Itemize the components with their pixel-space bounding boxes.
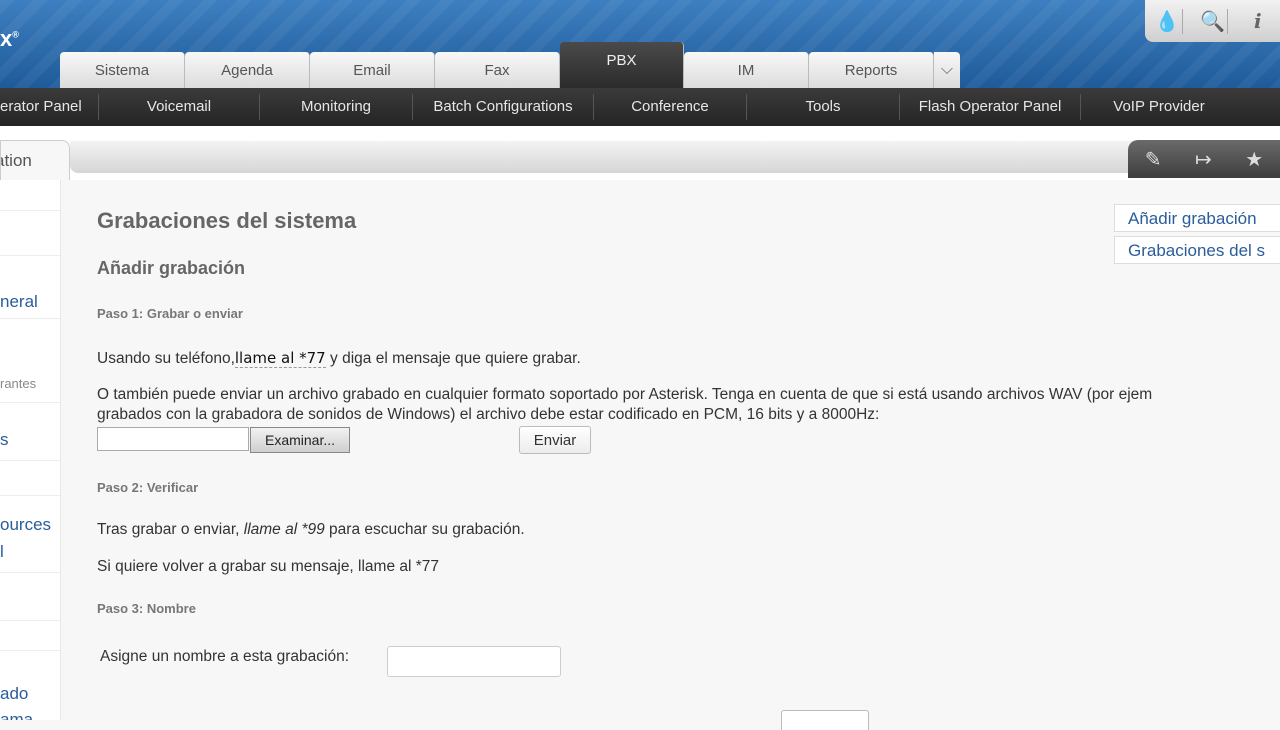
edit-icon[interactable]: ✎	[1145, 147, 1162, 172]
step2-text: Tras grabar o enviar, llame al *99 para …	[97, 521, 525, 539]
sidebar-divider	[0, 620, 60, 621]
pbx-subnav: erator Panel Voicemail Monitoring Batch …	[0, 88, 1280, 126]
sidebar-item-sources[interactable]: ources	[0, 515, 51, 535]
step1-heading: Paso 1: Grabar o enviar	[97, 306, 243, 321]
browse-button[interactable]: Examinar...	[250, 427, 350, 453]
sidebar-divider	[0, 318, 60, 319]
subnav-monitoring[interactable]: Monitoring	[260, 94, 413, 120]
tab-agenda[interactable]: Agenda	[185, 52, 310, 88]
link-system-recordings[interactable]: Grabaciones del s	[1114, 236, 1280, 264]
breadcrumb-strip: ation ✎ ↦ ★	[0, 126, 1280, 180]
file-path-input[interactable]	[97, 427, 249, 451]
subnav-operator-panel[interactable]: erator Panel	[0, 94, 99, 120]
logo[interactable]: x®	[0, 26, 19, 52]
sidebar-item-s[interactable]: s	[0, 430, 9, 450]
tab-email[interactable]: Email	[310, 52, 435, 88]
sidebar-divider	[0, 255, 60, 256]
subnav-flash-operator-panel[interactable]: Flash Operator Panel	[900, 94, 1081, 120]
sidebar-divider	[0, 572, 60, 573]
sidebar-divider	[0, 495, 60, 496]
step1-text-a: Usando su teléfono,	[97, 350, 235, 367]
chevron-down-icon: ⌵	[940, 61, 954, 78]
step2-text-a: Tras grabar o enviar,	[97, 521, 244, 538]
sidebar-divider	[0, 650, 60, 651]
subnav-tools[interactable]: Tools	[747, 94, 900, 120]
page-title: Grabaciones del sistema	[97, 208, 357, 233]
name-label: Asigne un nombre a esta grabación:	[100, 648, 350, 665]
upload-info-line2: grabados con la grabadora de sonidos de …	[97, 406, 880, 423]
step2-heading: Paso 2: Verificar	[97, 480, 199, 495]
sidebar: neral rantes s ources l ado ama	[0, 180, 61, 720]
step1-text-b: y diga el mensaje que quiere grabar.	[325, 350, 581, 367]
tab-pbx[interactable]: PBX	[560, 42, 684, 88]
logo-text: x	[0, 26, 13, 51]
search-icon[interactable]: 🔍	[1197, 8, 1229, 34]
logout-icon[interactable]: ↦	[1195, 147, 1212, 172]
sidebar-item-participantes: rantes	[0, 376, 37, 391]
upload-info-line1: O también puede enviar un archivo grabad…	[97, 386, 1153, 403]
drop-icon[interactable]: 💧	[1152, 8, 1184, 34]
sidebar-divider	[0, 460, 60, 461]
strip-tools: ✎ ↦ ★	[1128, 140, 1280, 178]
sidebar-item-general[interactable]: neral	[0, 292, 38, 312]
save-button[interactable]	[781, 710, 869, 730]
strip-background	[70, 141, 1280, 173]
logo-registered-mark: ®	[12, 29, 19, 40]
info-icon[interactable]: i	[1243, 9, 1273, 33]
top-tools: 💧 🔍 i	[1145, 0, 1280, 42]
sidebar-item-ama[interactable]: ama	[0, 710, 33, 720]
tabs-more-button[interactable]: ⌵	[934, 52, 960, 88]
link-add-recording[interactable]: Añadir grabación	[1114, 204, 1280, 232]
subnav-voicemail[interactable]: Voicemail	[99, 94, 260, 120]
main-tabs: Sistema Agenda Email Fax PBX IM Reports …	[60, 42, 960, 88]
subnav-conference[interactable]: Conference	[594, 94, 747, 120]
subnav-batch-configurations[interactable]: Batch Configurations	[413, 94, 594, 120]
sidebar-divider	[0, 210, 60, 211]
tab-reports[interactable]: Reports	[809, 52, 934, 88]
top-header: x® Sistema Agenda Email Fax PBX IM Repor…	[0, 0, 1280, 88]
step2-emphasis: llame al *99	[243, 521, 325, 538]
subnav-voip-provider[interactable]: VoIP Provider	[1081, 94, 1237, 120]
step3-heading: Paso 3: Nombre	[97, 601, 196, 616]
sidebar-item-ado[interactable]: ado	[0, 684, 28, 704]
step1-highlight: llame al *77	[234, 349, 326, 368]
step2-text2: Si quiere volver a grabar su mensaje, ll…	[97, 558, 440, 575]
tab-fax[interactable]: Fax	[435, 52, 560, 88]
star-icon[interactable]: ★	[1245, 147, 1263, 172]
section-title: Añadir grabación	[97, 258, 246, 278]
send-button[interactable]: Enviar	[519, 426, 591, 454]
tab-im[interactable]: IM	[684, 52, 809, 88]
tab-sistema[interactable]: Sistema	[60, 52, 185, 88]
recording-name-input[interactable]	[387, 646, 561, 677]
sidebar-item-l[interactable]: l	[0, 542, 4, 562]
breadcrumb-tab[interactable]: ation	[0, 140, 70, 180]
sidebar-divider	[0, 402, 60, 403]
step1-text: Usando su teléfono,llame al *77 y diga e…	[97, 349, 581, 368]
step2-text-b: para escuchar su grabación.	[324, 521, 525, 538]
